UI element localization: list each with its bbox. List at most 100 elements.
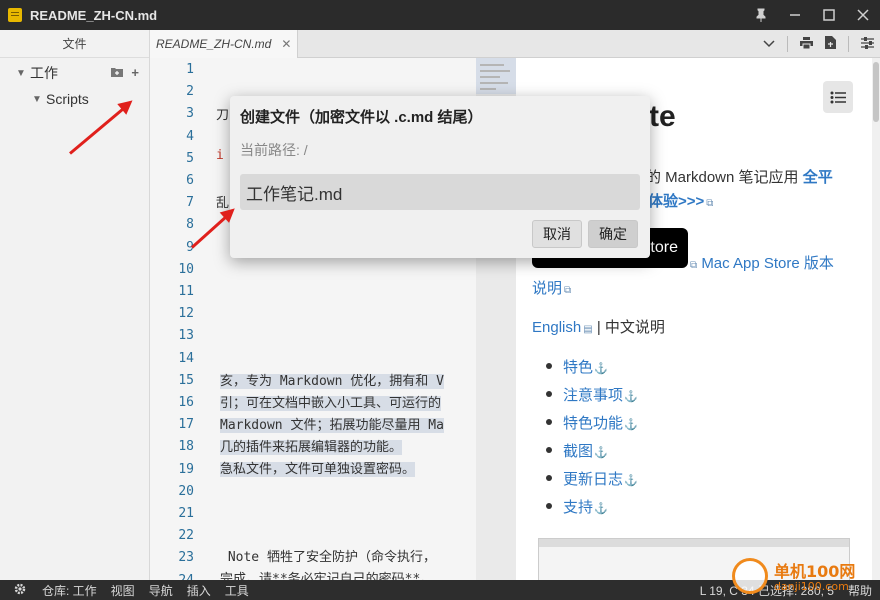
line-number: 17 bbox=[178, 417, 194, 433]
intro-line-2: 体验>>> ⧉ bbox=[648, 190, 713, 211]
line-number: 12 bbox=[178, 306, 194, 322]
close-icon[interactable] bbox=[846, 0, 880, 30]
mas-link-line: ⧉ Mac App Store 版本 bbox=[688, 252, 834, 273]
pin-icon[interactable] bbox=[744, 0, 778, 30]
view-menu[interactable]: 视图 bbox=[111, 582, 135, 599]
anchor-icon: ⚓ bbox=[624, 391, 638, 403]
line-number: 5 bbox=[186, 150, 194, 166]
toc-link[interactable]: 注意事项 bbox=[563, 387, 623, 404]
watermark-text: 单机100网 bbox=[774, 562, 856, 581]
tree-item-label: Scripts bbox=[46, 91, 89, 107]
line-number: 21 bbox=[178, 506, 194, 521]
language-line: English ▤ | 中文说明 bbox=[532, 316, 665, 337]
code-line: Markdown 文件；拓展功能尽量用 Ma bbox=[220, 414, 444, 433]
minimap-line bbox=[480, 82, 508, 84]
settings-sliders-icon[interactable] bbox=[861, 36, 874, 52]
english-link[interactable]: English bbox=[532, 319, 581, 336]
line-number: 18 bbox=[178, 439, 194, 455]
toolbar-divider bbox=[848, 36, 849, 52]
toc-link[interactable]: 截图 bbox=[563, 443, 593, 460]
maximize-icon[interactable] bbox=[812, 0, 846, 30]
selected-text: 几的插件来拓展编辑器的功能。 bbox=[220, 440, 403, 455]
mas-link-line-2: 说明 ⧉ bbox=[532, 277, 571, 298]
toc-link[interactable]: 特色 bbox=[563, 359, 593, 376]
intro-text: 的 Markdown 笔记应用 bbox=[646, 169, 799, 186]
dialog-title: 创建文件（加密文件以 .c.md 结尾） bbox=[240, 109, 483, 126]
chevron-down-icon[interactable] bbox=[763, 37, 775, 51]
list-bullet bbox=[546, 447, 552, 453]
toc-item: 支持⚓ bbox=[563, 496, 608, 517]
cross-platform-link[interactable]: 全平 bbox=[803, 169, 833, 186]
toc-link[interactable]: 更新日志 bbox=[563, 471, 623, 488]
tree-item-label: 工作 bbox=[30, 65, 58, 81]
line-number: 24 bbox=[154, 573, 194, 580]
line-number: 2 bbox=[186, 84, 194, 100]
repo-menu[interactable]: 仓库: 工作 bbox=[42, 582, 97, 599]
new-folder-icon[interactable] bbox=[111, 65, 124, 80]
preview-scrollbar[interactable] bbox=[872, 58, 880, 580]
current-path-label: 当前路径: / bbox=[240, 142, 308, 158]
export-document-icon[interactable] bbox=[825, 36, 836, 52]
toc-link[interactable]: 特色功能 bbox=[563, 415, 623, 432]
tab-readme[interactable]: README_ZH-CN.md ✕ bbox=[150, 30, 298, 58]
toc-list-icon[interactable] bbox=[823, 81, 853, 113]
tab-close-icon[interactable]: ✕ bbox=[281, 37, 291, 51]
mas-version-link-cont[interactable]: 说明 bbox=[532, 280, 562, 297]
insert-menu[interactable]: 插入 bbox=[187, 582, 211, 599]
preview-title: te bbox=[649, 100, 676, 133]
new-file-icon[interactable]: + bbox=[131, 65, 139, 80]
experience-link[interactable]: 体验>>> bbox=[648, 193, 704, 210]
filename-value: 工作笔记.md bbox=[246, 184, 343, 204]
code-line: Note 牺牲了安全防护（命令执行， bbox=[220, 550, 436, 565]
chevron-down-icon[interactable]: ▼ bbox=[30, 94, 44, 105]
selected-text: Markdown 文件；拓展功能尽量用 Ma bbox=[220, 418, 444, 433]
sidebar-header: 文件 bbox=[0, 30, 149, 58]
chevron-down-icon[interactable]: ▼ bbox=[14, 68, 28, 79]
mas-version-link[interactable]: Mac App Store 版本 bbox=[701, 255, 834, 272]
line-number: 6 bbox=[186, 173, 194, 188]
code-line: 刀 bbox=[216, 108, 230, 123]
title-bar: README_ZH-CN.md bbox=[0, 0, 880, 30]
minimap-line bbox=[480, 88, 496, 90]
line-number: 11 bbox=[178, 284, 194, 299]
anchor-icon: ⚓ bbox=[624, 475, 638, 487]
line-number: 14 bbox=[178, 350, 194, 366]
document-icon: ▤ bbox=[583, 324, 593, 335]
line-number: 8 bbox=[186, 217, 194, 233]
window-title: README_ZH-CN.md bbox=[30, 7, 158, 23]
print-icon[interactable] bbox=[800, 36, 813, 52]
list-bullet bbox=[546, 419, 552, 425]
external-link-icon: ⧉ bbox=[690, 260, 698, 271]
list-bullet bbox=[546, 503, 552, 509]
toc-item: 更新日志⚓ bbox=[563, 468, 638, 489]
language-current: | 中文说明 bbox=[592, 319, 665, 336]
anchor-icon: ⚓ bbox=[594, 363, 608, 375]
tools-menu[interactable]: 工具 bbox=[225, 582, 249, 599]
editor-toolbar bbox=[763, 30, 874, 58]
line-number: 4 bbox=[186, 128, 194, 144]
tree-item-work[interactable]: ▼ 工作 + bbox=[0, 60, 149, 86]
code-line: 引；可在文档中嵌入小工具、可运行的 bbox=[220, 392, 442, 411]
minimize-icon[interactable] bbox=[778, 0, 812, 30]
watermark-url: danji100.com bbox=[774, 580, 849, 593]
toc-item: 注意事项⚓ bbox=[563, 384, 638, 405]
anchor-icon: ⚓ bbox=[594, 503, 608, 515]
watermark-logo-icon bbox=[732, 558, 768, 594]
selected-text: 引；可在文档中嵌入小工具、可运行的 bbox=[220, 396, 442, 411]
cancel-button[interactable]: 取消 bbox=[532, 220, 582, 248]
line-number: 9 bbox=[186, 239, 194, 255]
filename-input[interactable]: 工作笔记.md bbox=[240, 174, 640, 210]
settings-gear-icon[interactable] bbox=[14, 583, 26, 598]
toc-link[interactable]: 支持 bbox=[563, 499, 593, 516]
nav-menu[interactable]: 导航 bbox=[149, 582, 173, 599]
tab-bar: README_ZH-CN.md ✕ bbox=[150, 30, 880, 58]
tab-label: README_ZH-CN.md bbox=[156, 37, 272, 51]
intro-line: 的 Markdown 笔记应用 全平 bbox=[646, 166, 833, 187]
list-bullet bbox=[546, 363, 552, 369]
minimap-line bbox=[480, 64, 504, 66]
scrollbar-thumb[interactable] bbox=[873, 62, 879, 122]
confirm-button[interactable]: 确定 bbox=[588, 220, 638, 248]
line-number: 15 bbox=[178, 372, 194, 388]
line-number: 7 bbox=[186, 195, 194, 211]
screenshot-titlebar bbox=[539, 539, 849, 547]
